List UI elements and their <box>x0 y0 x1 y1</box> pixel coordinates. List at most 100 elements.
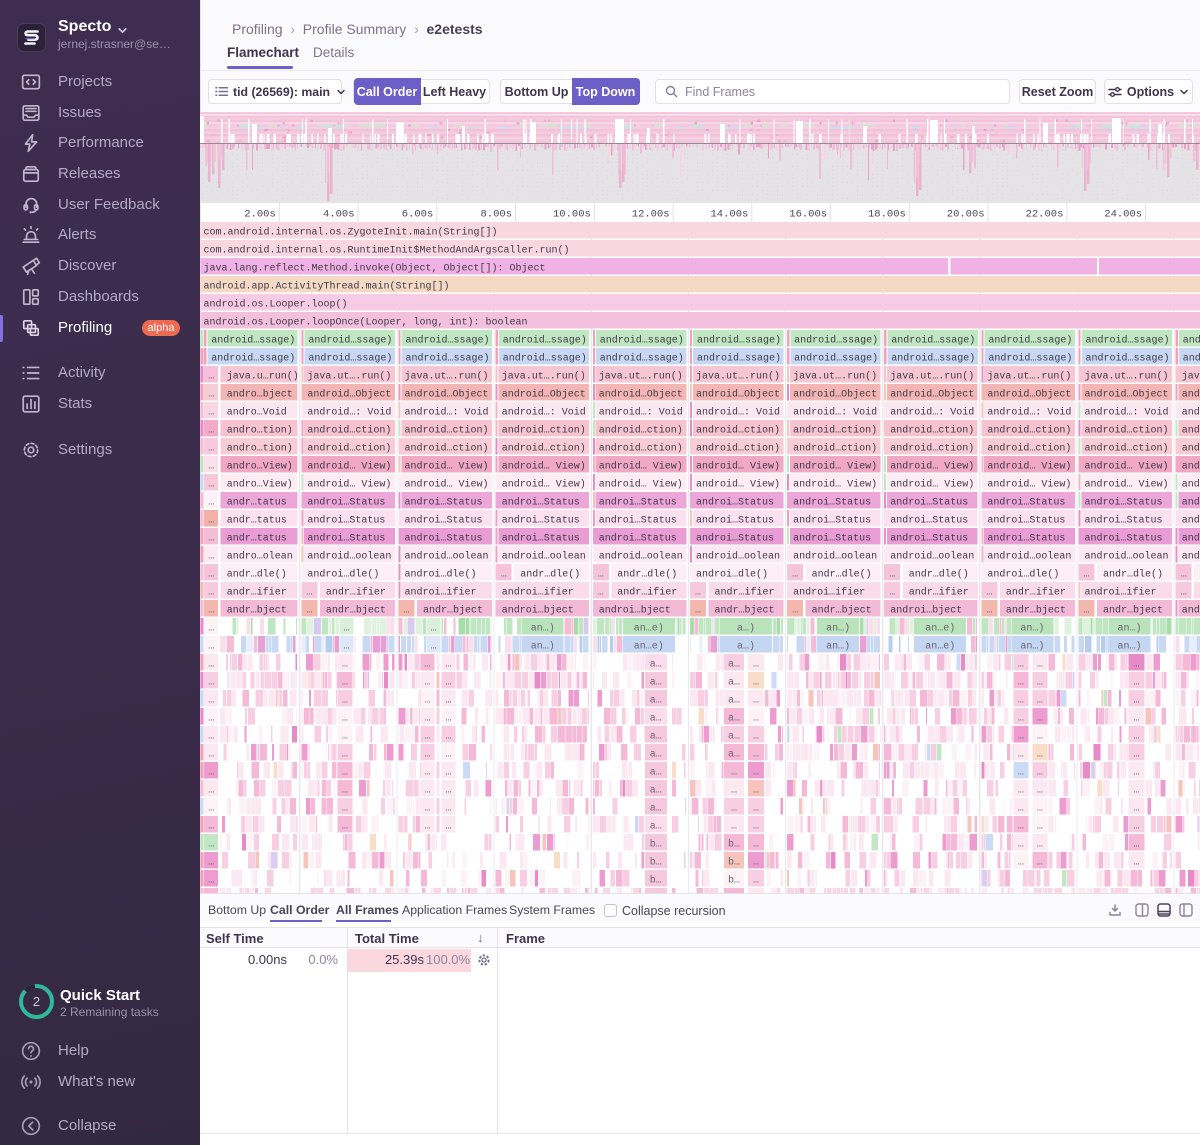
svg-text:android… View): android… View) <box>307 478 391 490</box>
svg-text:java.ut….run(): java.ut….run() <box>696 370 780 382</box>
svg-text:an…e): an…e) <box>634 622 664 634</box>
svg-text:androi…dle(): androi…dle() <box>405 568 477 580</box>
svg-text:android…: Void: android…: Void <box>307 406 391 418</box>
svg-text:24.00s: 24.00s <box>1104 209 1142 221</box>
svg-text:android… View): android… View) <box>307 460 391 472</box>
svg-text:android…oolean: android…oolean <box>405 550 489 562</box>
svg-text:androi…bject: androi…bject <box>890 604 962 616</box>
svg-text:android… View): android… View) <box>1085 460 1169 472</box>
svg-text:android…ction): android…ction) <box>405 442 489 454</box>
svg-text:android…ction): android…ction) <box>890 442 974 454</box>
svg-text:…: … <box>306 587 312 598</box>
svg-text:andr…tatus: andr…tatus <box>227 496 287 508</box>
svg-text:android… View): android… View) <box>987 460 1071 472</box>
svg-text:android…ction): android…ction) <box>1085 442 1169 454</box>
svg-text:…: … <box>1133 713 1139 724</box>
svg-text:java.lang.reflect.Method.invok: java.lang.reflect.Method.invoke(Object, … <box>204 262 546 274</box>
svg-text:android… View): android… View) <box>1182 460 1200 472</box>
svg-text:andr…tatus: andr…tatus <box>227 532 287 544</box>
svg-text:android…ction): android…ction) <box>1182 424 1200 436</box>
svg-text:…: … <box>208 731 214 742</box>
svg-text:…: … <box>1037 857 1043 868</box>
svg-text:…: … <box>208 407 214 418</box>
svg-text:android…Object: android…Object <box>890 388 974 400</box>
svg-text:android…Object: android…Object <box>1085 388 1169 400</box>
svg-text:android…ssage): android…ssage) <box>988 334 1072 346</box>
svg-text:…: … <box>342 767 348 778</box>
svg-text:…: … <box>445 785 451 796</box>
svg-text:b…: b… <box>728 856 740 868</box>
svg-text:…: … <box>1037 749 1043 760</box>
svg-text:…: … <box>1018 677 1024 688</box>
svg-text:com.android.internal.os.Runtim: com.android.internal.os.RuntimeInit$Meth… <box>204 244 570 256</box>
svg-text:…: … <box>1133 857 1139 868</box>
svg-text:…: … <box>342 659 348 670</box>
svg-text:androi…Status: androi…Status <box>696 496 774 508</box>
svg-text:…: … <box>208 443 214 454</box>
svg-text:androi…bject: androi…bject <box>599 604 671 616</box>
svg-text:…: … <box>1037 695 1043 706</box>
svg-text:android…ssage): android…ssage) <box>697 334 781 346</box>
svg-text:android… View): android… View) <box>987 478 1071 490</box>
svg-text:andr…ifier: andr…ifier <box>909 586 969 598</box>
svg-text:2.00s: 2.00s <box>244 209 276 221</box>
svg-text:androi…Status: androi…Status <box>1182 496 1200 508</box>
svg-text:…: … <box>342 785 348 796</box>
svg-text:an…): an…) <box>1117 640 1141 652</box>
svg-text:…: … <box>1181 569 1187 580</box>
svg-text:android…ssage): android…ssage) <box>211 352 295 364</box>
svg-text:…: … <box>424 785 430 796</box>
svg-text:androi…bject: androi…bject <box>1182 604 1200 616</box>
svg-text:…: … <box>342 803 348 814</box>
svg-text:…: … <box>695 605 701 616</box>
svg-text:…: … <box>1133 749 1139 760</box>
svg-text:…: … <box>731 767 737 778</box>
svg-text:a…: a… <box>650 731 662 742</box>
svg-text:…: … <box>753 731 759 742</box>
svg-text:…: … <box>208 497 214 508</box>
svg-text:android…oolean: android…oolean <box>599 550 683 562</box>
svg-text:…: … <box>445 749 451 760</box>
svg-text:…: … <box>695 587 701 598</box>
svg-text:android…ction): android…ction) <box>307 424 391 436</box>
svg-text:android…ssage): android…ssage) <box>891 352 975 364</box>
svg-text:android…ssage): android…ssage) <box>697 352 781 364</box>
svg-text:androi…Status: androi…Status <box>502 496 580 508</box>
svg-text:…: … <box>1018 659 1024 670</box>
svg-text:android… View): android… View) <box>1182 478 1200 490</box>
svg-text:androi…Status: androi…Status <box>793 532 871 544</box>
svg-text:b…: b… <box>650 874 662 886</box>
svg-text:andr…ifier: andr…ifier <box>617 586 677 598</box>
svg-text:android…ssage): android…ssage) <box>891 334 975 346</box>
svg-text:an…): an…) <box>1020 622 1044 634</box>
svg-text:…: … <box>1037 767 1043 778</box>
svg-text:andro…olean: andro…olean <box>227 550 293 562</box>
svg-text:andr…dle(): andr…dle() <box>617 568 677 580</box>
svg-text:…: … <box>1133 767 1139 778</box>
svg-text:android…Object: android…Object <box>405 388 489 400</box>
svg-text:…: … <box>501 569 507 580</box>
svg-text:…: … <box>1018 731 1024 742</box>
svg-text:andro…View): andro…View) <box>227 478 293 490</box>
svg-text:android… View): android… View) <box>890 460 974 472</box>
svg-text:…: … <box>424 803 430 814</box>
svg-text:…: … <box>1083 569 1089 580</box>
svg-text:…: … <box>208 695 214 706</box>
svg-text:android…: Void: android…: Void <box>1182 406 1200 418</box>
svg-text:android…ssage): android…ssage) <box>406 334 490 346</box>
svg-text:b…: b… <box>650 838 662 850</box>
svg-text:andr…ifier: andr…ifier <box>326 586 386 598</box>
svg-text:android…ssage): android…ssage) <box>1086 334 1170 346</box>
svg-text:12.00s: 12.00s <box>632 209 670 221</box>
svg-text:…: … <box>343 641 349 652</box>
svg-text:andr…bject: andr…bject <box>423 604 483 616</box>
svg-text:…: … <box>753 821 759 832</box>
svg-text:android… View): android… View) <box>793 460 877 472</box>
svg-text:androi…Status: androi…Status <box>405 514 483 526</box>
svg-text:…: … <box>1133 731 1139 742</box>
svg-text:android…ction): android…ction) <box>1182 442 1200 454</box>
svg-text:android…oolean: android…oolean <box>696 550 780 562</box>
svg-text:andr…bject: andr…bject <box>326 604 386 616</box>
svg-text:androi…Status: androi…Status <box>1085 514 1163 526</box>
svg-text:java.ut….run(): java.ut….run() <box>599 370 683 382</box>
